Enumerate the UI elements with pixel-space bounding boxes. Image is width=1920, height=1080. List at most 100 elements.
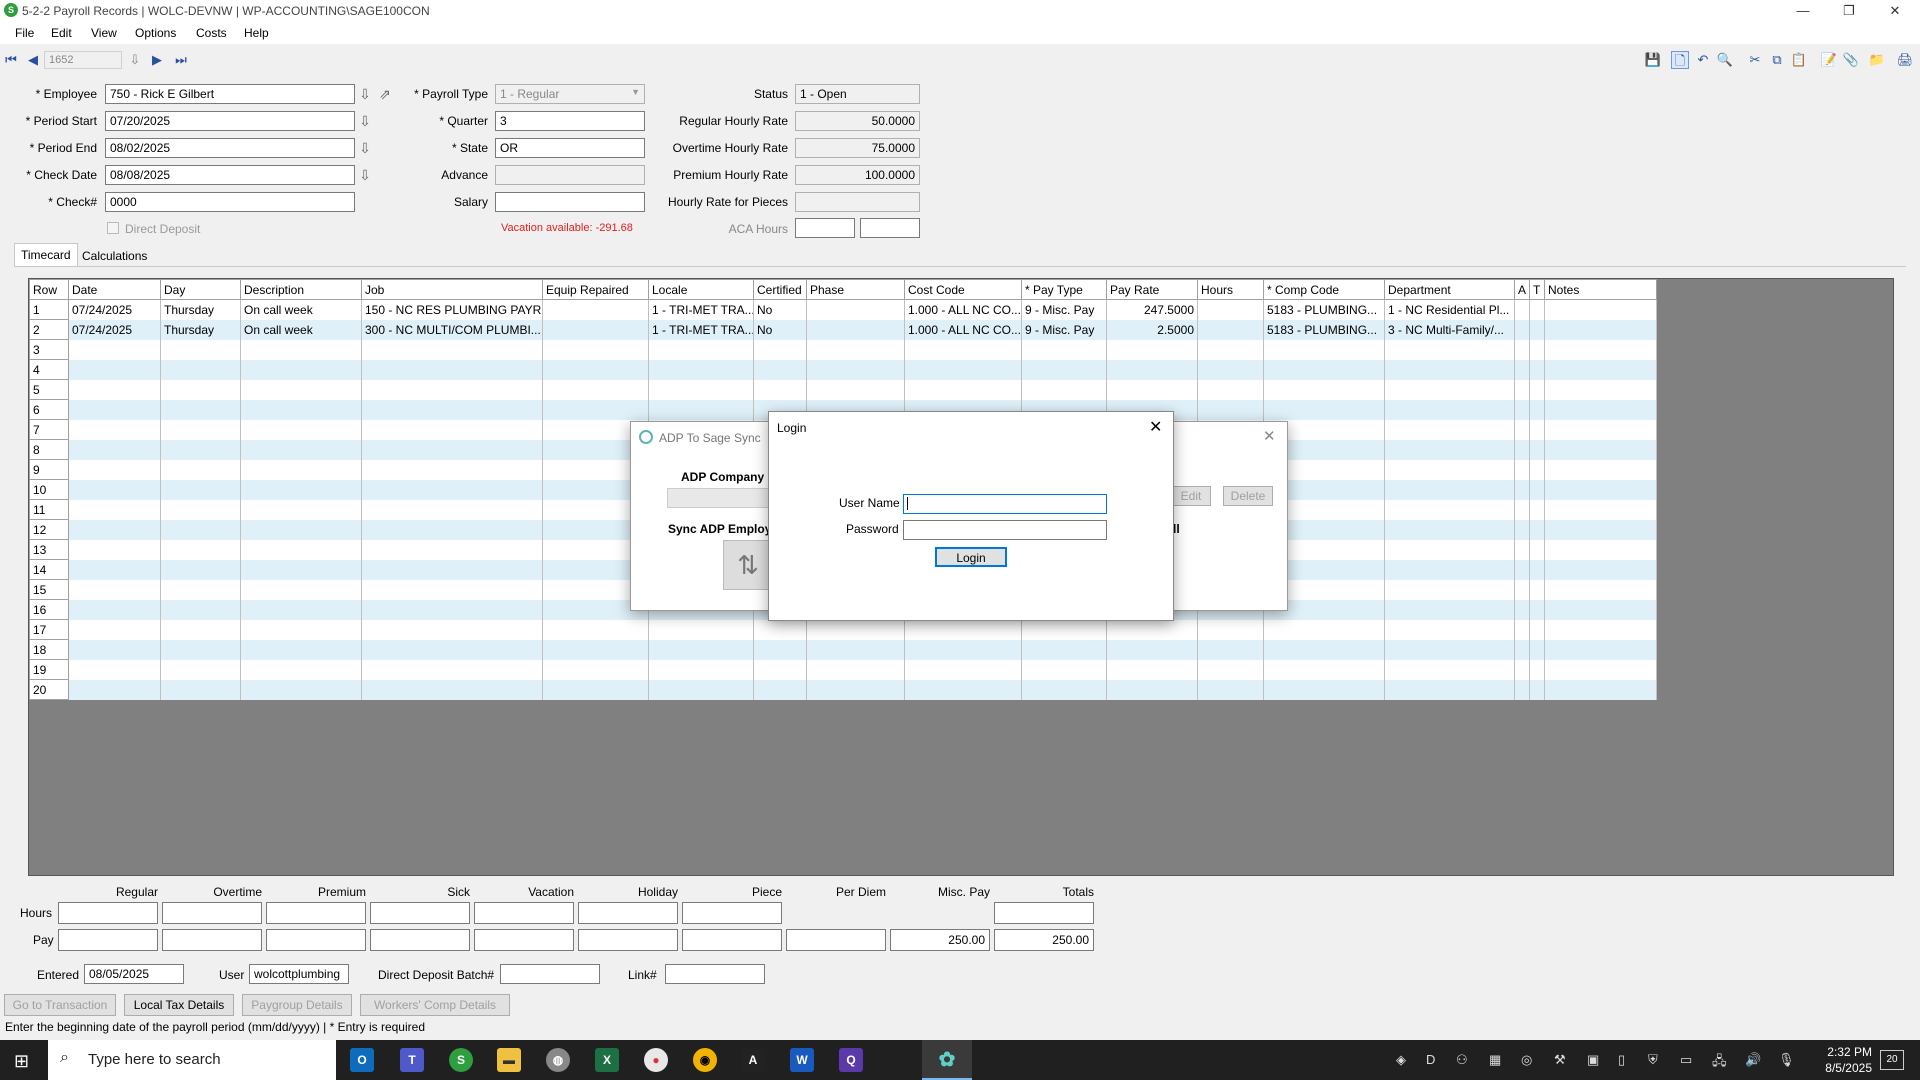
col-comp-code[interactable]: * Comp Code [1263, 279, 1385, 300]
app-purple-icon[interactable]: Q [839, 1048, 863, 1072]
cell-cost-code[interactable] [904, 679, 1022, 700]
cell-t[interactable] [1529, 539, 1545, 560]
state-field[interactable]: OR [495, 138, 645, 158]
cell-cost-code[interactable] [904, 619, 1022, 640]
cell-day[interactable] [160, 639, 241, 660]
cell-a[interactable] [1514, 599, 1530, 620]
cell-date[interactable]: 07/24/2025 [68, 299, 161, 320]
cell-locale[interactable] [648, 339, 754, 360]
cell-cost-code[interactable] [904, 339, 1022, 360]
col-job[interactable]: Job [361, 279, 543, 300]
menu-options[interactable]: Options [135, 26, 176, 40]
cell-job[interactable] [361, 419, 543, 440]
table-row[interactable]: 4 [29, 359, 1657, 380]
cell-job[interactable] [361, 459, 543, 480]
cell-job[interactable] [361, 439, 543, 460]
cell-date[interactable] [68, 539, 161, 560]
col-notes[interactable]: Notes [1544, 279, 1657, 300]
app-globe-icon[interactable]: ◍ [546, 1048, 570, 1072]
cell-a[interactable] [1514, 339, 1530, 360]
cell-date[interactable] [68, 599, 161, 620]
col-phase[interactable]: Phase [806, 279, 905, 300]
cell-day[interactable] [160, 379, 241, 400]
outlook-icon[interactable]: O [350, 1048, 374, 1072]
cell-locale[interactable] [648, 619, 754, 640]
cell-job[interactable] [361, 619, 543, 640]
pay-sick-field[interactable] [370, 929, 470, 951]
cell-phase[interactable] [806, 299, 905, 320]
pay-per-diem-field[interactable] [786, 929, 886, 951]
cell-locale[interactable]: 1 - TRI-MET TRA... [648, 299, 754, 320]
tab-timecard[interactable]: Timecard [14, 243, 78, 267]
acrobat-icon[interactable]: A [741, 1048, 765, 1072]
cell-day[interactable] [160, 479, 241, 500]
cell-pay-type[interactable] [1021, 379, 1107, 400]
cell-t[interactable] [1529, 419, 1545, 440]
cell-day[interactable] [160, 459, 241, 480]
col-hours[interactable]: Hours [1197, 279, 1264, 300]
cell-phase[interactable] [806, 639, 905, 660]
cell-cost-code[interactable] [904, 359, 1022, 380]
word-icon[interactable]: W [790, 1048, 814, 1072]
cell-row[interactable]: 9 [29, 459, 69, 480]
cell-certified[interactable]: No [753, 299, 807, 320]
tray-grid-icon[interactable]: ▦ [1489, 1052, 1501, 1068]
period-end-lookup-icon[interactable]: ⇩ [358, 139, 372, 157]
cell-day[interactable] [160, 559, 241, 580]
check-date-lookup-icon[interactable]: ⇩ [358, 166, 372, 184]
cell-date[interactable]: 07/24/2025 [68, 319, 161, 340]
cell-date[interactable] [68, 459, 161, 480]
cell-comp-code[interactable] [1263, 379, 1385, 400]
cell-row[interactable]: 1 [29, 299, 69, 320]
cell-certified[interactable] [753, 379, 807, 400]
cell-day[interactable] [160, 619, 241, 640]
cell-pay-rate[interactable] [1106, 379, 1198, 400]
cell-row[interactable]: 15 [29, 579, 69, 600]
cell-equip-repaired[interactable] [542, 339, 649, 360]
go-to-transaction-button[interactable]: Go to Transaction [4, 994, 116, 1016]
cell-certified[interactable]: No [753, 319, 807, 340]
cell-comp-code[interactable] [1263, 359, 1385, 380]
print-icon[interactable]: 🖨 [1896, 51, 1914, 69]
hours-premium-field[interactable] [266, 902, 366, 924]
col-department[interactable]: Department [1384, 279, 1515, 300]
cell-a[interactable] [1514, 439, 1530, 460]
hours-holiday-field[interactable] [578, 902, 678, 924]
cell-equip-repaired[interactable] [542, 379, 649, 400]
cell-pay-rate[interactable] [1106, 619, 1198, 640]
cell-pay-rate[interactable] [1106, 359, 1198, 380]
overtime-rate-field[interactable]: 75.0000 [795, 138, 920, 158]
tray-circle-icon[interactable]: ◎ [1521, 1052, 1532, 1068]
cell-description[interactable] [240, 559, 362, 580]
cell-hours[interactable] [1197, 339, 1264, 360]
paste-icon[interactable]: 📋 [1790, 51, 1808, 69]
cell-row[interactable]: 14 [29, 559, 69, 580]
cell-day[interactable] [160, 439, 241, 460]
sync-employees-icon[interactable]: ⇅ [723, 540, 773, 590]
cell-day[interactable]: Thursday [160, 319, 241, 340]
cell-pay-type[interactable]: 9 - Misc. Pay [1021, 299, 1107, 320]
cell-equip-repaired[interactable] [542, 639, 649, 660]
cell-comp-code[interactable] [1263, 399, 1385, 420]
cell-a[interactable] [1514, 499, 1530, 520]
menu-file[interactable]: File [15, 26, 34, 40]
taskbar-search-box[interactable]: ⌕ Type here to search [48, 1040, 336, 1080]
premium-rate-field[interactable]: 100.0000 [795, 165, 920, 185]
cell-description[interactable] [240, 359, 362, 380]
sage-taskbar-icon[interactable]: S [449, 1048, 473, 1072]
cell-phase[interactable] [806, 659, 905, 680]
cell-row[interactable]: 6 [29, 399, 69, 420]
cell-job[interactable]: 150 - NC RES PLUMBING PAYR... [361, 299, 543, 320]
cell-description[interactable] [240, 499, 362, 520]
cell-hours[interactable] [1197, 619, 1264, 640]
cell-description[interactable] [240, 639, 362, 660]
cell-hours[interactable] [1197, 379, 1264, 400]
cell-a[interactable] [1514, 379, 1530, 400]
cell-phase[interactable] [806, 679, 905, 700]
col-row[interactable]: Row [29, 279, 69, 300]
period-start-lookup-icon[interactable]: ⇩ [358, 112, 372, 130]
cell-hours[interactable] [1197, 399, 1264, 420]
cell-job[interactable] [361, 359, 543, 380]
cell-a[interactable] [1514, 299, 1530, 320]
cell-cost-code[interactable] [904, 659, 1022, 680]
